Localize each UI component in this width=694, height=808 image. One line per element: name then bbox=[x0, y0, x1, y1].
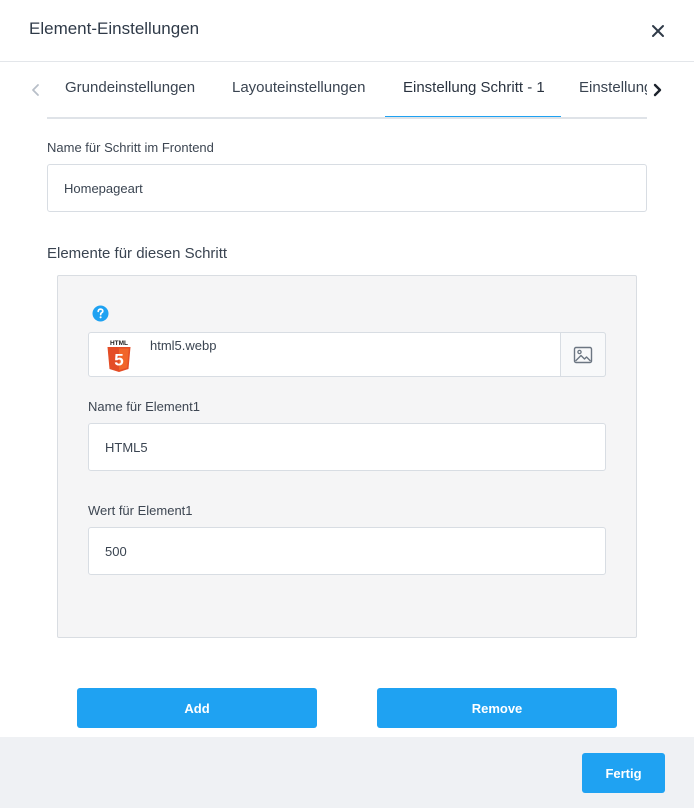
choose-image-button[interactable] bbox=[560, 332, 606, 377]
tab-bar: Grundeinstellungen Layouteinstellungen E… bbox=[0, 62, 694, 120]
add-button[interactable]: Add bbox=[77, 688, 317, 728]
chevron-left-icon bbox=[32, 84, 39, 96]
html5-logo-text: HTML bbox=[110, 340, 128, 347]
close-icon bbox=[652, 25, 664, 37]
element-value-label: Wert für Element1 bbox=[88, 503, 193, 518]
frontend-name-label: Name für Schritt im Frontend bbox=[47, 140, 214, 155]
tab-einstellung[interactable]: Einstellung bbox=[579, 79, 647, 117]
image-icon bbox=[573, 346, 593, 363]
html5-logo-digit: 5 bbox=[114, 351, 123, 370]
element-value-input[interactable]: 500 bbox=[88, 527, 606, 575]
element-name-input[interactable]: HTML5 bbox=[88, 423, 606, 471]
tab-strip: Grundeinstellungen Layouteinstellungen E… bbox=[47, 62, 647, 119]
chevron-right-icon bbox=[653, 83, 662, 97]
html5-logo-icon: HTML 5 bbox=[107, 340, 131, 372]
tab-scroll-left-button[interactable] bbox=[26, 80, 46, 100]
frontend-name-input[interactable]: Homepageart bbox=[47, 164, 647, 212]
dialog-header: Element-Einstellungen bbox=[0, 0, 694, 62]
close-button[interactable] bbox=[646, 19, 670, 43]
tab-einstellung-schritt-1[interactable]: Einstellung Schritt - 1 bbox=[403, 79, 545, 117]
tab-grundeinstellungen[interactable]: Grundeinstellungen bbox=[65, 79, 195, 117]
file-thumbnail: HTML 5 bbox=[106, 338, 132, 373]
dialog-footer: Fertig bbox=[0, 737, 694, 808]
image-file-field[interactable]: HTML 5 html5.webp bbox=[88, 332, 606, 377]
elements-heading: Elemente für diesen Schritt bbox=[47, 245, 228, 262]
remove-button[interactable]: Remove bbox=[377, 688, 617, 728]
question-circle-icon bbox=[92, 305, 109, 322]
tab-layouteinstellungen[interactable]: Layouteinstellungen bbox=[232, 79, 365, 117]
active-tab-indicator bbox=[385, 116, 561, 117]
tab-scroll-right-button[interactable] bbox=[648, 80, 668, 100]
help-button[interactable] bbox=[92, 305, 109, 322]
element-name-label: Name für Element1 bbox=[88, 399, 200, 414]
done-button[interactable]: Fertig bbox=[582, 753, 665, 793]
dialog-title: Element-Einstellungen bbox=[29, 19, 200, 38]
file-name: html5.webp bbox=[150, 338, 217, 353]
